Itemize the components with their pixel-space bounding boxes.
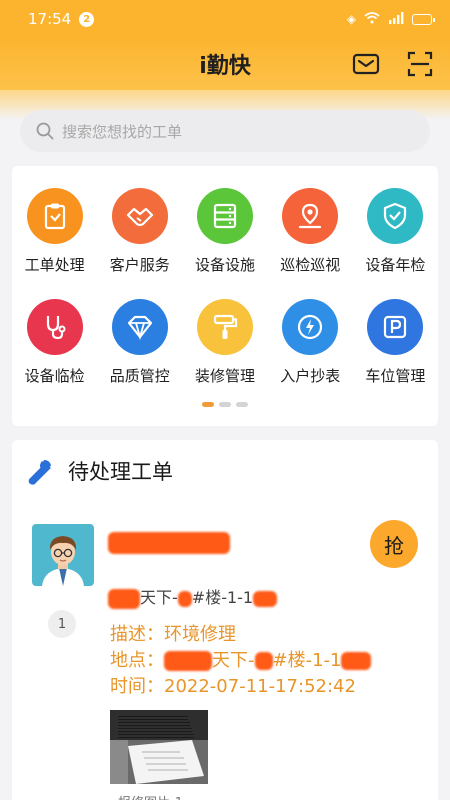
- location-text: 天下-: [212, 650, 255, 671]
- grid-item-parking[interactable]: 车位管理: [353, 299, 438, 386]
- map-pin-icon: [282, 188, 339, 244]
- redaction-blob: [254, 652, 273, 670]
- shield-check-icon: [367, 188, 424, 244]
- grid-label: 车位管理: [365, 367, 426, 385]
- avatar: [32, 524, 94, 586]
- paint-roller-icon: [196, 299, 253, 355]
- search-placeholder: 搜索您想找的工单: [62, 122, 183, 141]
- grid-label: 设备年检: [365, 256, 426, 274]
- grid-label: 品质管控: [109, 367, 170, 385]
- grid-label: 装修管理: [194, 367, 255, 385]
- pending-header: 待处理工单: [26, 456, 173, 486]
- grid-label: 工单处理: [24, 256, 85, 274]
- grab-order-button[interactable]: 抢: [370, 520, 418, 568]
- status-time: 17:54: [28, 10, 72, 28]
- diamond-icon: [111, 299, 168, 355]
- page-dot[interactable]: [219, 402, 231, 407]
- nfc-icon: ◈: [346, 12, 356, 26]
- grid-item-customer-service[interactable]: 客户服务: [97, 188, 182, 275]
- message-icon[interactable]: [352, 50, 380, 78]
- address-line: 天下- #楼-1-1: [108, 584, 278, 609]
- redaction-blob: [341, 652, 372, 670]
- redaction-blob: [177, 590, 192, 607]
- wrench-icon: [28, 460, 51, 485]
- function-grid: 工单处理 客户服务 设备设施 巡检巡视 设备年检 设备临检 品质管控 装修管理 …: [12, 188, 438, 386]
- function-grid-card: 工单处理 客户服务 设备设施 巡检巡视 设备年检 设备临检 品质管控 装修管理 …: [12, 166, 438, 426]
- wifi-icon: [364, 11, 380, 27]
- battery-icon: [412, 13, 435, 25]
- page-dot-active[interactable]: [202, 402, 214, 407]
- name-redaction: [108, 532, 230, 554]
- pending-orders-card: 待处理工单 抢 天下- #楼-1-1 1 描述：环境修理 地点： 天下- #楼-1-1…: [12, 440, 438, 800]
- redaction-blob: [164, 651, 212, 671]
- photo-caption: 报修图片-1: [118, 792, 183, 800]
- water-drop-icon: [282, 299, 339, 355]
- handshake-icon: [111, 188, 168, 244]
- location-label: 地点：: [110, 650, 164, 671]
- pending-title: 待处理工单: [68, 460, 173, 484]
- grid-item-inspection[interactable]: 巡检巡视: [268, 188, 353, 275]
- page-dot[interactable]: [236, 402, 248, 407]
- location-text-2: #楼-1-1: [272, 650, 342, 671]
- grid-item-renovation[interactable]: 装修管理: [182, 299, 267, 386]
- address-text: 天下-: [140, 588, 178, 607]
- grid-item-meter-reading[interactable]: 入户抄表: [268, 299, 353, 386]
- grid-item-temporary-inspection[interactable]: 设备临检: [12, 299, 97, 386]
- status-bar: 17:54 2 ◈: [0, 0, 450, 38]
- grid-item-work-order[interactable]: 工单处理: [12, 188, 97, 275]
- order-time: 时间：2022-07-11-17:52:42: [110, 676, 356, 697]
- grid-item-equipment[interactable]: 设备设施: [182, 188, 267, 275]
- grid-label: 设备临检: [24, 367, 85, 385]
- grid-label: 客户服务: [109, 256, 170, 274]
- app-title: i勤快: [199, 54, 251, 79]
- stethoscope-icon: [26, 299, 83, 355]
- order-description: 描述：环境修理: [110, 624, 236, 645]
- order-count-badge: 1: [48, 610, 76, 638]
- search-icon: [36, 122, 54, 140]
- grid-label: 入户抄表: [280, 367, 341, 385]
- notification-badge: 2: [79, 11, 95, 27]
- order-location: 地点： 天下- #楼-1-1: [110, 646, 372, 672]
- redaction-blob: [108, 588, 140, 609]
- clipboard-wrench-icon: [26, 188, 83, 244]
- search-bar[interactable]: 搜索您想找的工单: [20, 110, 430, 152]
- page-indicator: [12, 402, 438, 407]
- repair-photo[interactable]: [110, 710, 208, 784]
- app-header: i勤快: [0, 38, 450, 90]
- signal-icon: [388, 11, 404, 27]
- address-text-2: #楼-1-1: [191, 588, 254, 607]
- redaction-blob: [253, 590, 278, 607]
- parking-icon: [367, 299, 424, 355]
- grid-label: 设备设施: [194, 256, 255, 274]
- scan-icon[interactable]: [406, 50, 434, 78]
- grid-label: 巡检巡视: [280, 256, 341, 274]
- grid-item-annual-inspection[interactable]: 设备年检: [353, 188, 438, 275]
- server-rack-icon: [196, 188, 253, 244]
- grid-item-quality-control[interactable]: 品质管控: [97, 299, 182, 386]
